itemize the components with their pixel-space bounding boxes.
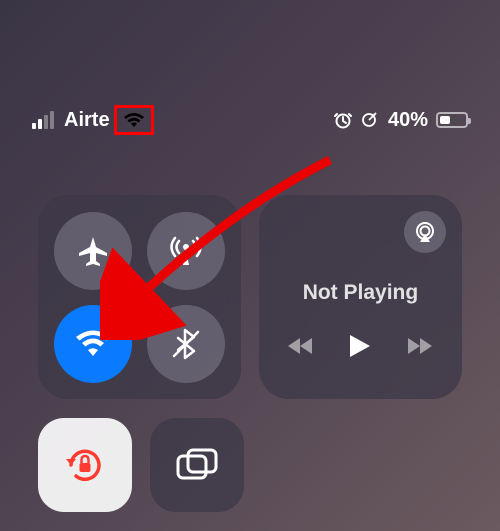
cellular-data-button[interactable]	[147, 212, 225, 290]
wifi-button[interactable]	[54, 305, 132, 383]
play-icon[interactable]	[348, 333, 372, 359]
alarm-icon	[334, 111, 352, 129]
forward-icon[interactable]	[406, 336, 434, 356]
connectivity-panel[interactable]	[38, 195, 241, 399]
bluetooth-button[interactable]	[147, 305, 225, 383]
screen-mirroring-icon	[174, 446, 220, 484]
location-icon	[360, 111, 378, 129]
airplay-button[interactable]	[404, 211, 446, 253]
bottom-controls-row	[38, 418, 244, 512]
battery-icon	[436, 112, 468, 128]
media-title: Not Playing	[277, 281, 444, 305]
media-panel[interactable]: Not Playing	[259, 195, 462, 399]
airplane-icon	[75, 233, 111, 269]
rotation-lock-button[interactable]	[38, 418, 132, 512]
screen-mirroring-button[interactable]	[150, 418, 244, 512]
status-left: Airte	[32, 105, 154, 135]
rotation-lock-icon	[63, 443, 107, 487]
wifi-icon	[123, 112, 145, 128]
wifi-icon	[74, 329, 112, 359]
rewind-icon[interactable]	[286, 336, 314, 356]
status-right: 40%	[334, 109, 468, 132]
cellular-signal-icon	[32, 111, 54, 129]
battery-percentage: 40%	[388, 109, 428, 132]
carrier-label: Airte	[64, 109, 110, 132]
bluetooth-icon	[168, 326, 204, 362]
media-controls	[277, 333, 444, 359]
status-bar: Airte 40%	[0, 105, 500, 135]
wifi-status-highlight	[114, 105, 154, 135]
airplane-mode-button[interactable]	[54, 212, 132, 290]
control-center-panels: Not Playing	[38, 195, 462, 399]
cellular-antenna-icon	[168, 233, 204, 269]
airplay-icon	[413, 220, 437, 244]
